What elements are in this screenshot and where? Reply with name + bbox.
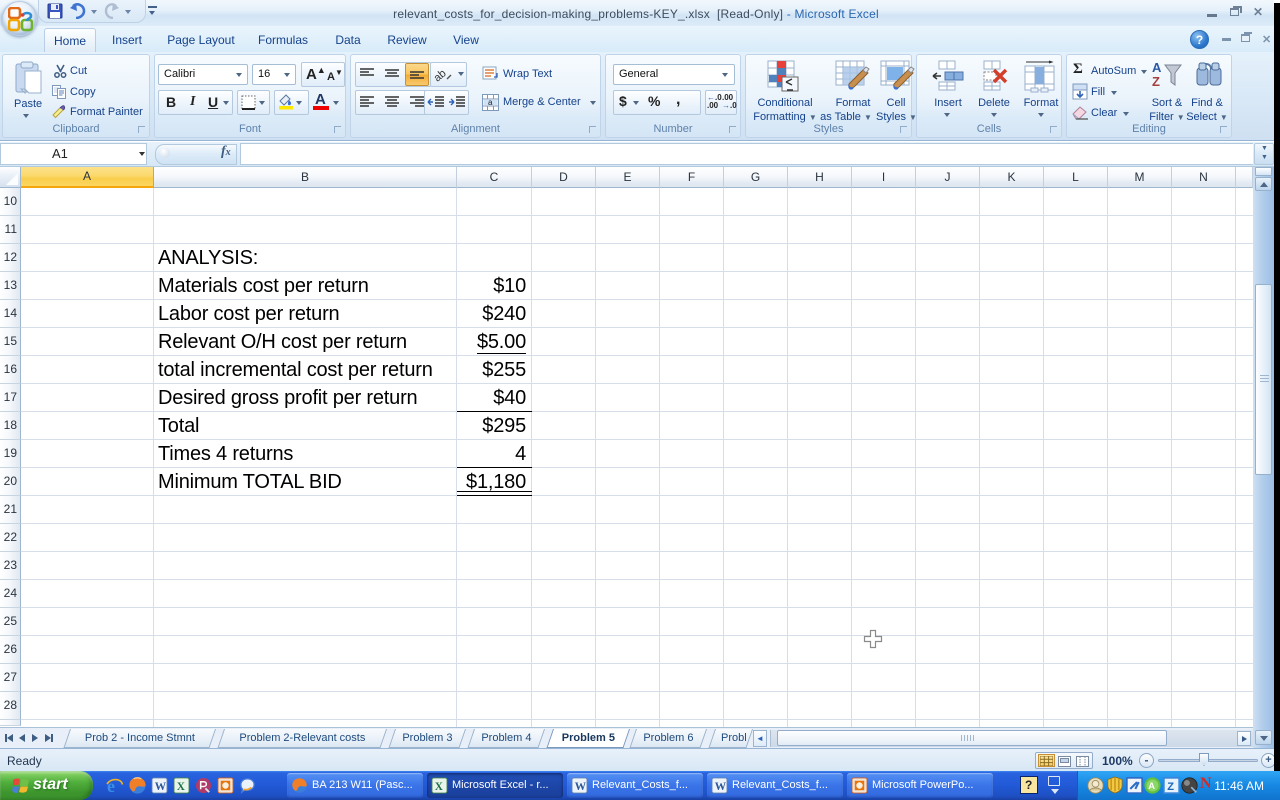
svg-text:W: W	[575, 781, 587, 793]
svg-text:W: W	[715, 781, 727, 793]
svg-text:e: e	[107, 776, 115, 795]
svg-text:Z: Z	[1152, 74, 1160, 89]
svg-text:A: A	[1152, 60, 1162, 75]
svg-text:ab: ab	[434, 67, 449, 83]
svg-text:X: X	[177, 781, 186, 793]
svg-text:X: X	[435, 781, 444, 793]
svg-text:Z: Z	[1167, 781, 1174, 793]
svg-text:A: A	[1148, 781, 1155, 791]
svg-text:W: W	[155, 781, 167, 793]
svg-text:a: a	[488, 98, 493, 107]
